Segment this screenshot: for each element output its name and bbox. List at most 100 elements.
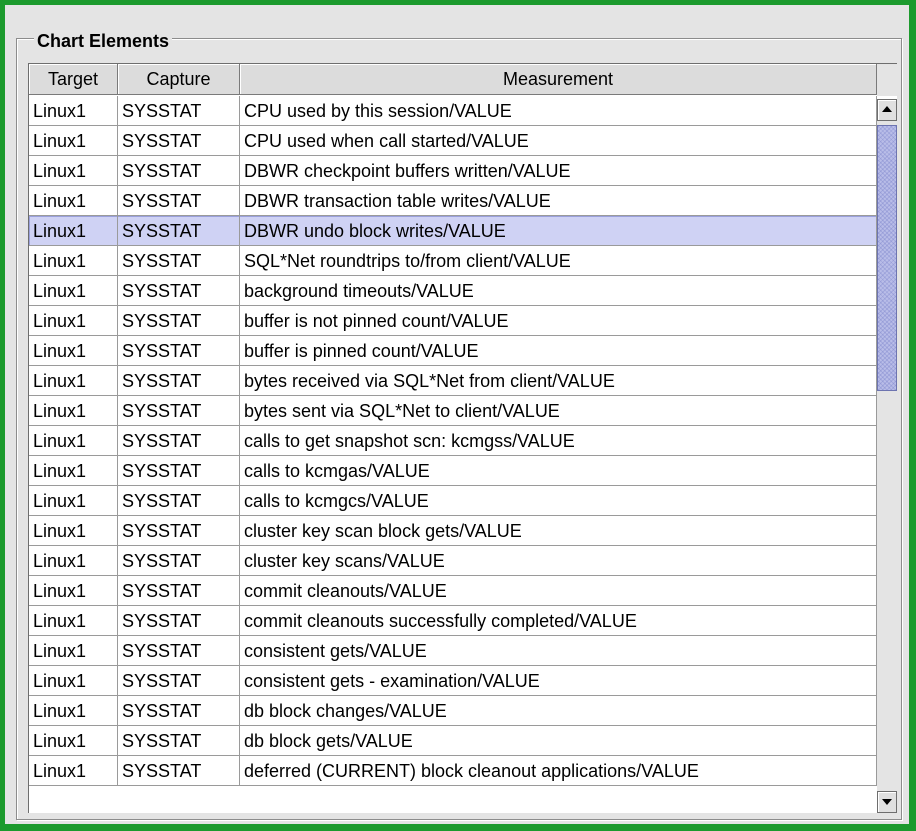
cell-target: Linux1 [29,546,118,576]
header-corner [877,64,897,96]
table-row[interactable]: Linux1 SYSSTAT db block gets/VALUE [29,726,877,756]
cell-target: Linux1 [29,486,118,516]
arrow-down-icon [882,799,892,805]
cell-measurement: CPU used by this session/VALUE [240,96,877,126]
cell-capture: SYSSTAT [118,636,240,666]
cell-measurement: db block gets/VALUE [240,726,877,756]
cell-measurement: buffer is not pinned count/VALUE [240,306,877,336]
table-row[interactable]: Linux1 SYSSTAT consistent gets - examinati… [29,666,877,696]
table-row[interactable]: Linux1 SYSSTAT bytes sent via SQL*Net to c… [29,396,877,426]
cell-measurement: commit cleanouts successfully completed/… [240,606,877,636]
column-header-measurement[interactable]: Measurement [240,64,877,95]
vertical-scrollbar[interactable] [877,99,897,813]
cell-measurement: consistent gets - examination/VALUE [240,666,877,696]
cell-measurement: CPU used when call started/VALUE [240,126,877,156]
table-row[interactable]: Linux1 SYSSTAT buffer is not pinned count/… [29,306,877,336]
table-row[interactable]: Linux1 SYSSTAT cluster key scans/VALUE [29,546,877,576]
cell-measurement: calls to kcmgcs/VALUE [240,486,877,516]
cell-measurement: cluster key scans/VALUE [240,546,877,576]
cell-capture: SYSSTAT [118,426,240,456]
table-row[interactable]: Linux1 SYSSTAT DBWR checkpoint buffers wri… [29,156,877,186]
table-row[interactable]: Linux1 SYSSTAT bytes received via SQL*Net … [29,366,877,396]
cell-capture: SYSSTAT [118,696,240,726]
cell-target: Linux1 [29,756,118,786]
cell-capture: SYSSTAT [118,666,240,696]
table-row[interactable]: Linux1 SYSSTAT commit cleanouts successful… [29,606,877,636]
table-row[interactable]: Linux1 SYSSTAT calls to get snapshot scn: … [29,426,877,456]
table-row[interactable]: Linux1 SYSSTAT calls to kcmgcs/VALUE [29,486,877,516]
cell-target: Linux1 [29,186,118,216]
cell-measurement: DBWR undo block writes/VALUE [240,216,877,246]
table-row[interactable]: Linux1 SYSSTAT background timeouts/VALUE [29,276,877,306]
cell-target: Linux1 [29,426,118,456]
cell-measurement: DBWR transaction table writes/VALUE [240,186,877,216]
table-row[interactable]: Linux1 SYSSTAT cluster key scan block gets… [29,516,877,546]
cell-capture: SYSSTAT [118,396,240,426]
cell-capture: SYSSTAT [118,606,240,636]
cell-capture: SYSSTAT [118,486,240,516]
table-row[interactable]: Linux1 SYSSTAT deferred (CURRENT) block cl… [29,756,877,786]
cell-capture: SYSSTAT [118,576,240,606]
cell-capture: SYSSTAT [118,546,240,576]
cell-measurement: calls to get snapshot scn: kcmgss/VALUE [240,426,877,456]
table-row[interactable]: Linux1 SYSSTAT SQL*Net roundtrips to/from … [29,246,877,276]
cell-measurement: consistent gets/VALUE [240,636,877,666]
cell-target: Linux1 [29,576,118,606]
table-row[interactable]: Linux1 SYSSTAT commit cleanouts/VALUE [29,576,877,606]
cell-capture: SYSSTAT [118,516,240,546]
table-row[interactable]: Linux1 SYSSTAT DBWR transaction table writ… [29,186,877,216]
cell-target: Linux1 [29,126,118,156]
cell-target: Linux1 [29,636,118,666]
cell-target: Linux1 [29,156,118,186]
chart-elements-table: Target Capture Measurement Linux1 SYSSTAT… [28,63,897,813]
cell-capture: SYSSTAT [118,306,240,336]
cell-measurement: background timeouts/VALUE [240,276,877,306]
cell-measurement: calls to kcmgas/VALUE [240,456,877,486]
group-title: Chart Elements [34,31,173,51]
cell-measurement: SQL*Net roundtrips to/from client/VALUE [240,246,877,276]
cell-measurement: cluster key scan block gets/VALUE [240,516,877,546]
scroll-down-button[interactable] [877,791,897,813]
column-header-capture[interactable]: Capture [118,64,240,95]
cell-capture: SYSSTAT [118,276,240,306]
cell-capture: SYSSTAT [118,126,240,156]
table-row[interactable]: Linux1 SYSSTAT db block changes/VALUE [29,696,877,726]
scroll-up-button[interactable] [877,99,897,121]
cell-measurement: DBWR checkpoint buffers written/VALUE [240,156,877,186]
table-row[interactable]: Linux1 SYSSTAT buffer is pinned count/VALU… [29,336,877,366]
cell-target: Linux1 [29,456,118,486]
cell-measurement: db block changes/VALUE [240,696,877,726]
table-row[interactable]: Linux1 SYSSTAT calls to kcmgas/VALUE [29,456,877,486]
cell-capture: SYSSTAT [118,336,240,366]
cell-target: Linux1 [29,726,118,756]
cell-target: Linux1 [29,216,118,246]
cell-target: Linux1 [29,696,118,726]
column-header-target[interactable]: Target [29,64,118,95]
table-row[interactable]: Linux1 SYSSTAT consistent gets/VALUE [29,636,877,666]
table-row[interactable]: Linux1 SYSSTAT CPU used by this session/VA… [29,96,877,126]
cell-target: Linux1 [29,96,118,126]
table-header: Target Capture Measurement [29,64,877,96]
cell-measurement: deferred (CURRENT) block cleanout applic… [240,756,877,786]
arrow-up-icon [882,106,892,112]
table-body: Linux1 SYSSTAT CPU used by this session/VA… [29,96,877,813]
cell-measurement: commit cleanouts/VALUE [240,576,877,606]
table-row[interactable]: Linux1 SYSSTAT DBWR undo block writes/VALU… [29,216,877,246]
cell-target: Linux1 [29,276,118,306]
cell-capture: SYSSTAT [118,726,240,756]
cell-capture: SYSSTAT [118,216,240,246]
cell-target: Linux1 [29,606,118,636]
scrollbar-thumb[interactable] [877,125,897,391]
cell-capture: SYSSTAT [118,186,240,216]
cell-target: Linux1 [29,306,118,336]
cell-target: Linux1 [29,366,118,396]
cell-capture: SYSSTAT [118,96,240,126]
cell-capture: SYSSTAT [118,246,240,276]
cell-capture: SYSSTAT [118,756,240,786]
cell-measurement: bytes received via SQL*Net from client/V… [240,366,877,396]
cell-capture: SYSSTAT [118,156,240,186]
cell-target: Linux1 [29,396,118,426]
cell-target: Linux1 [29,516,118,546]
cell-target: Linux1 [29,246,118,276]
table-row[interactable]: Linux1 SYSSTAT CPU used when call started/… [29,126,877,156]
